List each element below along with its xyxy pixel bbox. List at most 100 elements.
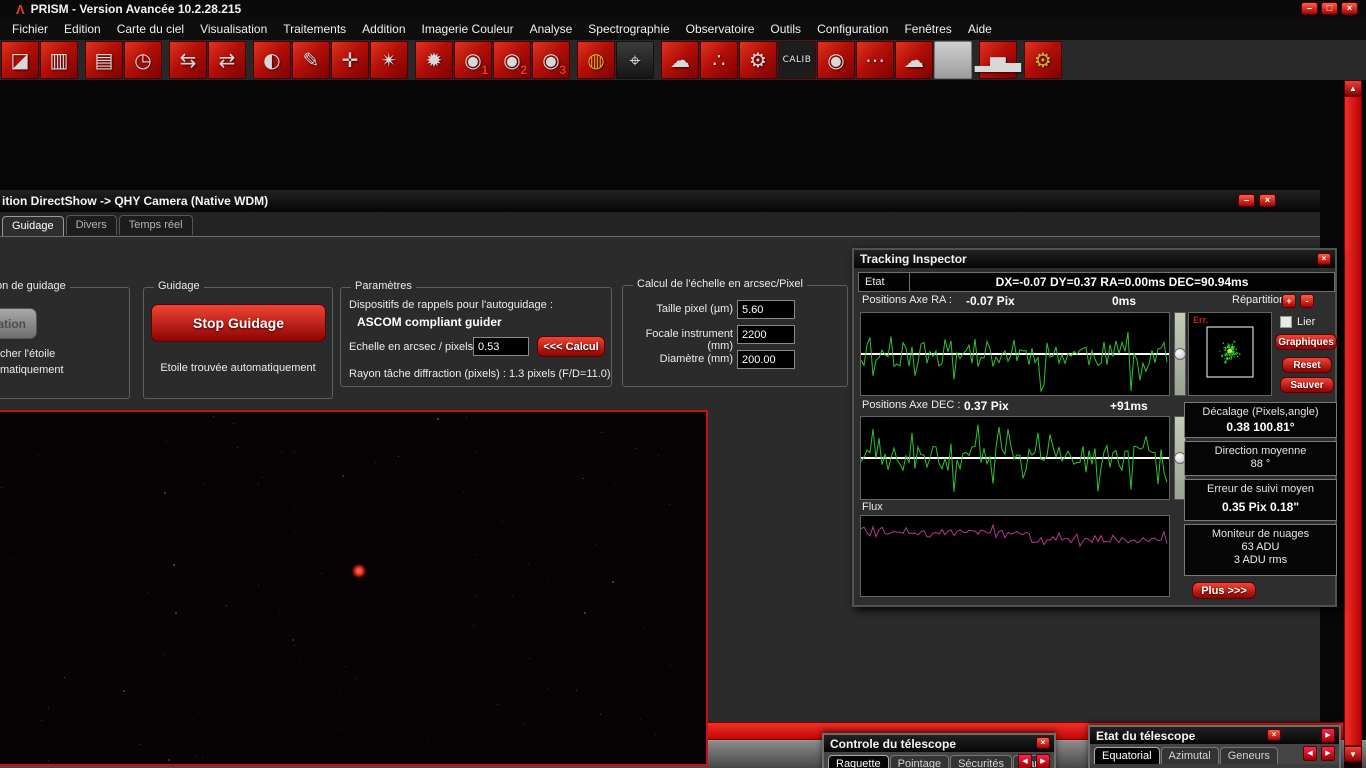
save-button[interactable]: ▥ bbox=[40, 41, 78, 79]
calcul-button[interactable]: <<< Calcul bbox=[537, 336, 605, 357]
vertical-scroll-thumb[interactable] bbox=[1344, 96, 1362, 746]
controle-tabs-right-icon[interactable]: ▶ bbox=[1036, 754, 1050, 768]
menu-item-aide[interactable]: Aide bbox=[960, 19, 1000, 39]
tracking-close-button[interactable]: × bbox=[1317, 253, 1331, 265]
guider-tab-temps-reel[interactable]: Temps réel bbox=[119, 215, 193, 235]
wrench-button[interactable]: ⚙ bbox=[739, 41, 777, 79]
telescope-button[interactable]: ⌖ bbox=[616, 41, 654, 79]
menu-item-visualisation[interactable]: Visualisation bbox=[192, 19, 275, 39]
background-star bbox=[48, 760, 49, 761]
background-star bbox=[203, 484, 204, 485]
repartition-zoom-out-button[interactable]: - bbox=[1300, 294, 1314, 308]
camera-2-button[interactable]: ◉2 bbox=[493, 41, 531, 79]
etat-tabs-right-icon[interactable]: ▶ bbox=[1321, 746, 1335, 761]
etat-title-right-icon[interactable]: ▶ bbox=[1321, 728, 1335, 743]
camera-3-button[interactable]: ◉3 bbox=[532, 41, 570, 79]
controle-tab-raquette[interactable]: Raquette bbox=[828, 755, 889, 768]
lens-button[interactable]: ◍ bbox=[577, 41, 615, 79]
plus-button[interactable]: Plus >>> bbox=[1192, 582, 1256, 599]
open-image-button[interactable]: ◪ bbox=[1, 41, 39, 79]
menu-item-carte-du-ciel[interactable]: Carte du ciel bbox=[109, 19, 192, 39]
blank-button[interactable] bbox=[934, 41, 972, 79]
background-star bbox=[286, 427, 287, 428]
menu-item-addition[interactable]: Addition bbox=[354, 19, 413, 39]
stop-guidage-button[interactable]: Stop Guidage bbox=[151, 304, 326, 342]
background-star bbox=[80, 581, 81, 582]
scroll-up-icon[interactable]: ▲ bbox=[1344, 80, 1362, 96]
menu-item-fenetres[interactable]: Fenêtres bbox=[896, 19, 959, 39]
vertical-scrollbar[interactable]: ▲ ▼ bbox=[1344, 80, 1362, 768]
controle-tab-pointage[interactable]: Pointage bbox=[890, 755, 949, 768]
controle-titlebar[interactable]: Controle du télescope × bbox=[824, 735, 1054, 752]
calibration-button[interactable]: bration bbox=[0, 308, 37, 339]
etat-tab-equatorial[interactable]: Equatorial bbox=[1094, 747, 1160, 764]
reset-button[interactable]: Reset bbox=[1282, 357, 1332, 373]
menu-item-configuration[interactable]: Configuration bbox=[809, 19, 896, 39]
menu-item-imagerie-couleur[interactable]: Imagerie Couleur bbox=[414, 19, 522, 39]
menu-item-analyse[interactable]: Analyse bbox=[522, 19, 581, 39]
histogram-button[interactable]: ▂▅▃ bbox=[979, 41, 1017, 79]
etat-telescope-title: Etat du télescope bbox=[1096, 729, 1195, 743]
menu-item-observatoire[interactable]: Observatoire bbox=[678, 19, 763, 39]
menu-bar: FichierEditionCarte du cielVisualisation… bbox=[0, 18, 1366, 40]
menu-item-outils[interactable]: Outils bbox=[762, 19, 809, 39]
cloud-button[interactable]: ☁ bbox=[895, 41, 933, 79]
guider-video-view[interactable] bbox=[0, 410, 708, 766]
focale-instrument-mm-input[interactable] bbox=[737, 325, 795, 344]
ra-graph-slider[interactable] bbox=[1174, 312, 1186, 396]
cross-tool-button[interactable]: ✛ bbox=[331, 41, 369, 79]
background-star bbox=[295, 531, 296, 532]
ra-header-row: Positions Axe RA : -0.07 Pix 0ms Réparti… bbox=[854, 294, 1335, 311]
menu-item-traitements[interactable]: Traitements bbox=[275, 19, 354, 39]
image-edit-button[interactable]: ▤ bbox=[85, 41, 123, 79]
etat-tab-azimutal[interactable]: Azimutal bbox=[1161, 747, 1219, 764]
menu-item-edition[interactable]: Edition bbox=[56, 19, 109, 39]
dome-button[interactable]: ☁ bbox=[661, 41, 699, 79]
sauver-button[interactable]: Sauver bbox=[1280, 377, 1334, 393]
focus-gear-button[interactable]: ⚙ bbox=[1024, 41, 1062, 79]
etat-telescope-titlebar[interactable]: Etat du télescope × ▶ bbox=[1090, 727, 1339, 744]
contrast-button[interactable]: ◐ bbox=[253, 41, 291, 79]
pencil-tool-button[interactable]: ✎ bbox=[292, 41, 330, 79]
guide-star[interactable] bbox=[352, 564, 366, 578]
minimize-button[interactable]: – bbox=[1301, 2, 1318, 15]
tracking-titlebar[interactable]: Tracking Inspector × bbox=[854, 250, 1335, 268]
guider-minimize-button[interactable]: – bbox=[1238, 194, 1255, 207]
guider-window-titlebar[interactable]: ition DirectShow -> QHY Camera (Native W… bbox=[0, 190, 1320, 212]
mount-button[interactable]: ◉ bbox=[817, 41, 855, 79]
close-button[interactable]: × bbox=[1341, 2, 1358, 15]
repartition-zoom-in-button[interactable]: + bbox=[1282, 294, 1296, 308]
menu-item-fichier[interactable]: Fichier bbox=[4, 19, 56, 39]
echelle-input[interactable] bbox=[473, 337, 529, 356]
background-star bbox=[164, 492, 166, 494]
background-star bbox=[427, 739, 428, 740]
star-dots-button[interactable]: ∴ bbox=[700, 41, 738, 79]
restore-button[interactable]: □ bbox=[1321, 2, 1338, 15]
controle-close-button[interactable]: × bbox=[1036, 737, 1050, 749]
controle-tab-securites[interactable]: Sécurités bbox=[950, 755, 1012, 768]
dots-button[interactable]: ⋯ bbox=[856, 41, 894, 79]
graphiques-button[interactable]: Graphiques bbox=[1275, 334, 1337, 350]
controle-tabs-left-icon[interactable]: ◀ bbox=[1018, 754, 1032, 768]
menu-item-spectrographie[interactable]: Spectrographie bbox=[580, 19, 677, 39]
camera-1-button[interactable]: ◉1 bbox=[454, 41, 492, 79]
guider-close-button[interactable]: × bbox=[1259, 194, 1276, 207]
gear-fan-button[interactable]: ✹ bbox=[415, 41, 453, 79]
lier-checkbox[interactable] bbox=[1280, 316, 1292, 328]
diametre-mm-input[interactable] bbox=[737, 350, 795, 369]
calib-button[interactable]: CALIB bbox=[778, 41, 816, 79]
etat-close-button[interactable]: × bbox=[1267, 729, 1281, 741]
background-star bbox=[475, 554, 476, 555]
guider-tab-guidage[interactable]: Guidage bbox=[2, 216, 64, 236]
transfer-left-button[interactable]: ⇆ bbox=[169, 41, 207, 79]
clock-button[interactable]: ◷ bbox=[124, 41, 162, 79]
transfer-right-button[interactable]: ⇄ bbox=[208, 41, 246, 79]
background-star bbox=[614, 484, 615, 485]
scroll-down-icon[interactable]: ▼ bbox=[1344, 746, 1362, 762]
guider-tab-divers[interactable]: Divers bbox=[66, 215, 117, 235]
etat-tabs-left-icon[interactable]: ◀ bbox=[1303, 746, 1317, 761]
etat-tab-geneurs[interactable]: Geneurs bbox=[1220, 747, 1278, 764]
taille-pixel-m-input[interactable] bbox=[737, 300, 795, 319]
deep-sky-image-button[interactable]: ✴ bbox=[370, 41, 408, 79]
background-star bbox=[294, 645, 295, 646]
